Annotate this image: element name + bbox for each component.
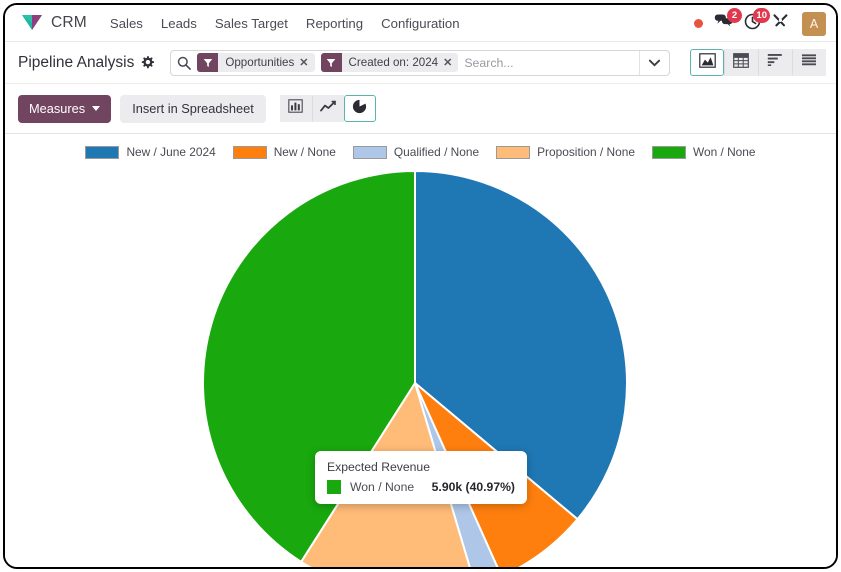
graph-view-icon xyxy=(698,52,716,73)
view-btn-cohort[interactable] xyxy=(758,49,792,76)
chart-btn-bar[interactable] xyxy=(279,95,312,122)
chevron-down-icon xyxy=(92,106,101,111)
search-input[interactable] xyxy=(464,51,640,74)
tooltip-series-label: Won / None xyxy=(350,480,415,494)
activities-badge: 10 xyxy=(753,7,770,23)
control-panel: Pipeline Analysis Opportunities ✕ Create… xyxy=(5,42,836,84)
measures-button[interactable]: Measures xyxy=(18,94,112,123)
view-btn-list[interactable] xyxy=(792,49,826,76)
cohort-view-icon xyxy=(767,53,783,72)
chart-btn-line[interactable] xyxy=(311,95,344,122)
tooltip-row: Won / None 5.90k (40.97%) xyxy=(327,480,515,494)
filter-icon xyxy=(197,53,219,72)
search-facet-created-on[interactable]: Created on: 2024 ✕ xyxy=(320,53,459,72)
nav-item-configuration[interactable]: Configuration xyxy=(372,12,468,35)
view-switcher xyxy=(690,49,826,76)
application-window: CRM Sales Leads Sales Target Reporting C… xyxy=(3,3,838,569)
facet-label: Opportunities xyxy=(225,56,295,69)
brand-area[interactable]: CRM xyxy=(21,13,87,33)
search-view[interactable]: Opportunities ✕ Created on: 2024 ✕ xyxy=(170,49,671,76)
presence-indicator[interactable] xyxy=(694,19,703,28)
gear-icon[interactable] xyxy=(141,56,155,69)
odoo-crm-logo-icon xyxy=(21,13,43,33)
chevron-down-icon[interactable] xyxy=(639,50,669,75)
breadcrumb: Pipeline Analysis xyxy=(18,53,155,72)
top-navbar: CRM Sales Leads Sales Target Reporting C… xyxy=(5,5,836,42)
presence-dot-icon xyxy=(694,19,703,28)
pivot-view-icon xyxy=(733,52,749,73)
filter-icon xyxy=(320,53,342,72)
facet-remove-icon[interactable]: ✕ xyxy=(299,56,314,69)
measures-label: Measures xyxy=(29,101,86,116)
nav-item-sales[interactable]: Sales xyxy=(101,12,152,35)
page-title: Pipeline Analysis xyxy=(18,53,135,71)
graph-toolbar: Measures Insert in Spreadsheet xyxy=(5,84,836,134)
tooltip-value: 5.90k (40.97%) xyxy=(431,480,515,494)
line-chart-icon xyxy=(319,100,336,118)
messages-badge: 2 xyxy=(727,7,742,23)
nav-item-reporting[interactable]: Reporting xyxy=(297,12,372,35)
brand-name: CRM xyxy=(51,14,87,31)
pie-chart-icon xyxy=(352,99,367,119)
graph-renderer: New / June 2024 New / None Qualified / N… xyxy=(5,134,836,567)
tooltip-swatch xyxy=(327,480,341,494)
search-facet-opportunities[interactable]: Opportunities ✕ xyxy=(197,53,315,72)
messages-menu[interactable]: 2 xyxy=(714,7,742,35)
bar-chart-icon xyxy=(288,99,304,118)
nav-item-sales-target[interactable]: Sales Target xyxy=(206,12,297,35)
chart-tooltip: Expected Revenue Won / None 5.90k (40.97… xyxy=(315,451,527,504)
chart-btn-pie[interactable] xyxy=(343,95,376,122)
wrench-icon xyxy=(772,13,789,35)
view-btn-graph[interactable] xyxy=(690,49,724,76)
chart-type-switcher xyxy=(279,95,376,122)
search-icon[interactable] xyxy=(177,56,192,70)
avatar[interactable]: A xyxy=(802,11,826,36)
navbar-systray: 2 10 A xyxy=(694,5,826,42)
tooltip-title: Expected Revenue xyxy=(327,460,430,474)
list-view-icon xyxy=(801,53,817,72)
developer-tools-menu[interactable] xyxy=(772,13,789,35)
view-btn-pivot[interactable] xyxy=(724,49,758,76)
activities-menu[interactable]: 10 xyxy=(744,7,770,35)
facet-remove-icon[interactable]: ✕ xyxy=(443,56,458,69)
insert-in-spreadsheet-button[interactable]: Insert in Spreadsheet xyxy=(120,94,266,123)
nav-item-leads[interactable]: Leads xyxy=(152,12,206,35)
facet-label: Created on: 2024 xyxy=(348,56,439,69)
